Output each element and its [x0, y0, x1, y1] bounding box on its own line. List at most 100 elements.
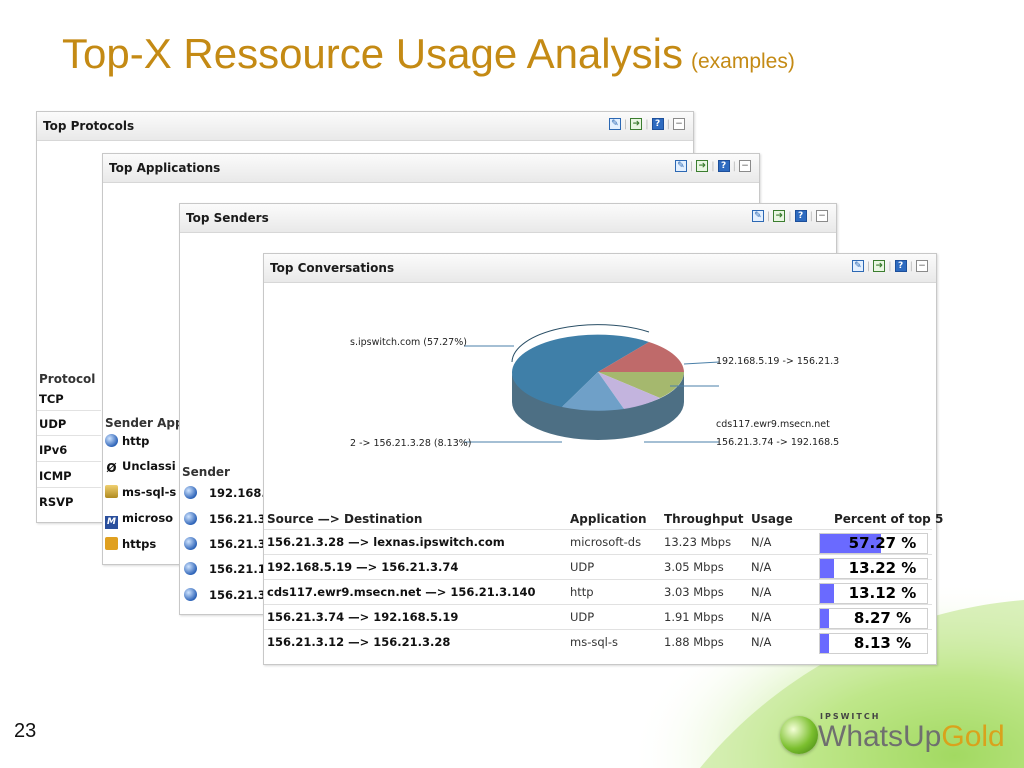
export-icon[interactable]: ➜ [873, 260, 886, 272]
percent-bar-fill [820, 634, 829, 653]
widget-title: Top Protocols [43, 119, 135, 133]
pie-label-mid-right: cds117.ewr9.msecn.net [716, 419, 830, 430]
collapse-icon[interactable]: − [816, 210, 828, 222]
table-row[interactable]: 156.21.3.74 —> 192.168.5.19 UDP 1.91 Mbp… [264, 604, 932, 630]
cell-conversation: 156.21.3.28 —> lexnas.ipswitch.com [267, 535, 505, 549]
column-header: Throughput [664, 512, 744, 526]
export-icon[interactable]: ➜ [630, 118, 643, 130]
export-icon[interactable]: ➜ [696, 160, 709, 172]
help-icon[interactable]: ? [651, 118, 664, 130]
widget-toolbar: ✎ | ➜ | ? | − [608, 118, 685, 130]
cell-usage: N/A [751, 560, 772, 574]
collapse-icon[interactable]: − [673, 118, 685, 130]
list-item: 192.168. [184, 486, 266, 500]
widget-title: Top Conversations [270, 261, 395, 275]
conversations-pie-chart [464, 324, 720, 443]
widget-header: Top Protocols ✎ | ➜ | ? | − [37, 112, 693, 141]
cell-throughput: 3.03 Mbps [664, 585, 724, 599]
globe-icon [184, 486, 197, 499]
percent-bar: 8.13 % [819, 633, 928, 654]
list-item: Mmicroso [105, 511, 173, 529]
logo-orb-icon [780, 716, 818, 754]
table-row[interactable]: 156.21.3.28 —> lexnas.ipswitch.com micro… [264, 529, 932, 555]
table-row[interactable]: cds117.ewr9.msecn.net —> 156.21.3.140 ht… [264, 579, 932, 605]
widget-title: Top Senders [186, 211, 269, 225]
cell-usage: N/A [751, 535, 772, 549]
cell-throughput: 13.23 Mbps [664, 535, 732, 549]
list-item: 156.21.1. [184, 562, 270, 576]
cell-application: microsoft-ds [570, 535, 642, 549]
percent-bar-fill [820, 559, 835, 578]
edit-icon[interactable]: ✎ [608, 118, 621, 130]
cell-usage: N/A [751, 635, 772, 649]
globe-icon [105, 434, 118, 447]
pie-label-bottom-right: 156.21.3.74 -> 192.168.5 [716, 437, 840, 448]
list-item: IPv6 [39, 443, 68, 457]
export-icon[interactable]: ➜ [773, 210, 786, 222]
cell-application: http [570, 585, 594, 599]
widget-toolbar: ✎ | ➜ | ? | − [751, 210, 828, 222]
widget-header: Top Senders ✎ | ➜ | ? | − [180, 204, 836, 233]
widget-toolbar: ✎ | ➜ | ? | − [851, 260, 928, 272]
column-header: Usage [751, 512, 793, 526]
cell-application: UDP [570, 610, 595, 624]
cell-conversation: cds117.ewr9.msecn.net —> 156.21.3.140 [267, 585, 536, 599]
list-item: ms-sql-s [105, 485, 176, 499]
widget-header: Top Applications ✎ | ➜ | ? | − [103, 154, 759, 183]
edit-icon[interactable]: ✎ [851, 260, 864, 272]
help-icon[interactable]: ? [717, 160, 730, 172]
percent-bar-fill [820, 609, 829, 628]
lock-icon [105, 537, 118, 550]
column-header-sender: Sender [182, 465, 230, 479]
percent-bar: 57.27 % [819, 533, 928, 554]
cell-usage: N/A [751, 585, 772, 599]
percent-label: 13.22 % [848, 559, 917, 577]
table-row[interactable]: 192.168.5.19 —> 156.21.3.74 UDP 3.05 Mbp… [264, 554, 932, 580]
pie-label-top-right: 192.168.5.19 -> 156.21.3 [716, 356, 840, 367]
widget-title: Top Applications [109, 161, 221, 175]
widget-top-conversations: Top Conversations ✎ | ➜ | ? | − s.ipswitch.… [263, 253, 943, 665]
percent-label: 57.27 % [848, 534, 917, 552]
widget-header: Top Conversations ✎ | ➜ | ? | − [264, 254, 936, 283]
column-header: Application [570, 512, 647, 526]
globe-icon [184, 512, 197, 525]
percent-label: 13.12 % [848, 584, 917, 602]
list-item: UDP [39, 417, 67, 431]
list-item: https [105, 537, 156, 551]
cell-conversation: 156.21.3.74 —> 192.168.5.19 [267, 610, 459, 624]
list-item: 156.21.3. [184, 537, 270, 551]
cell-throughput: 1.88 Mbps [664, 635, 724, 649]
column-header: Percent of top 5 [834, 512, 944, 526]
pie-label-bottom-left: 2 -> 156.21.3.28 (8.13%) [350, 438, 472, 449]
list-item: TCP [39, 392, 64, 406]
whatsupgold-logo: IPSWITCH WhatsUpGold [780, 712, 1010, 760]
slide-number: 23 [14, 720, 37, 742]
widget-toolbar: ✎ | ➜ | ? | − [674, 160, 751, 172]
list-item: http [105, 434, 149, 448]
slide-title: Top-X Ressource Usage Analysis (examples) [62, 30, 795, 78]
column-header: Source —> Destination [267, 512, 423, 526]
null-icon: Ø [106, 461, 117, 475]
globe-icon [184, 562, 197, 575]
edit-icon[interactable]: ✎ [751, 210, 764, 222]
percent-label: 8.27 % [853, 609, 912, 627]
edit-icon[interactable]: ✎ [674, 160, 687, 172]
table-row[interactable]: 156.21.3.12 —> 156.21.3.28 ms-sql-s 1.88… [264, 629, 932, 655]
percent-label: 8.13 % [853, 634, 912, 652]
list-item: RSVP [39, 495, 74, 509]
globe-icon [184, 588, 197, 601]
cell-throughput: 1.91 Mbps [664, 610, 724, 624]
cell-throughput: 3.05 Mbps [664, 560, 724, 574]
percent-bar: 13.12 % [819, 583, 928, 604]
logo-wordmark: WhatsUpGold [818, 720, 1005, 753]
help-icon[interactable]: ? [794, 210, 807, 222]
ms-app-icon: M [105, 516, 118, 529]
pie-label-top-left: s.ipswitch.com (57.27%) [350, 337, 467, 348]
help-icon[interactable]: ? [894, 260, 907, 272]
list-item: 156.21.3. [184, 588, 270, 602]
cell-application: ms-sql-s [570, 635, 618, 649]
cell-conversation: 156.21.3.12 —> 156.21.3.28 [267, 635, 451, 649]
collapse-icon[interactable]: − [739, 160, 751, 172]
column-header-protocol: Protocol [39, 372, 96, 386]
collapse-icon[interactable]: − [916, 260, 928, 272]
